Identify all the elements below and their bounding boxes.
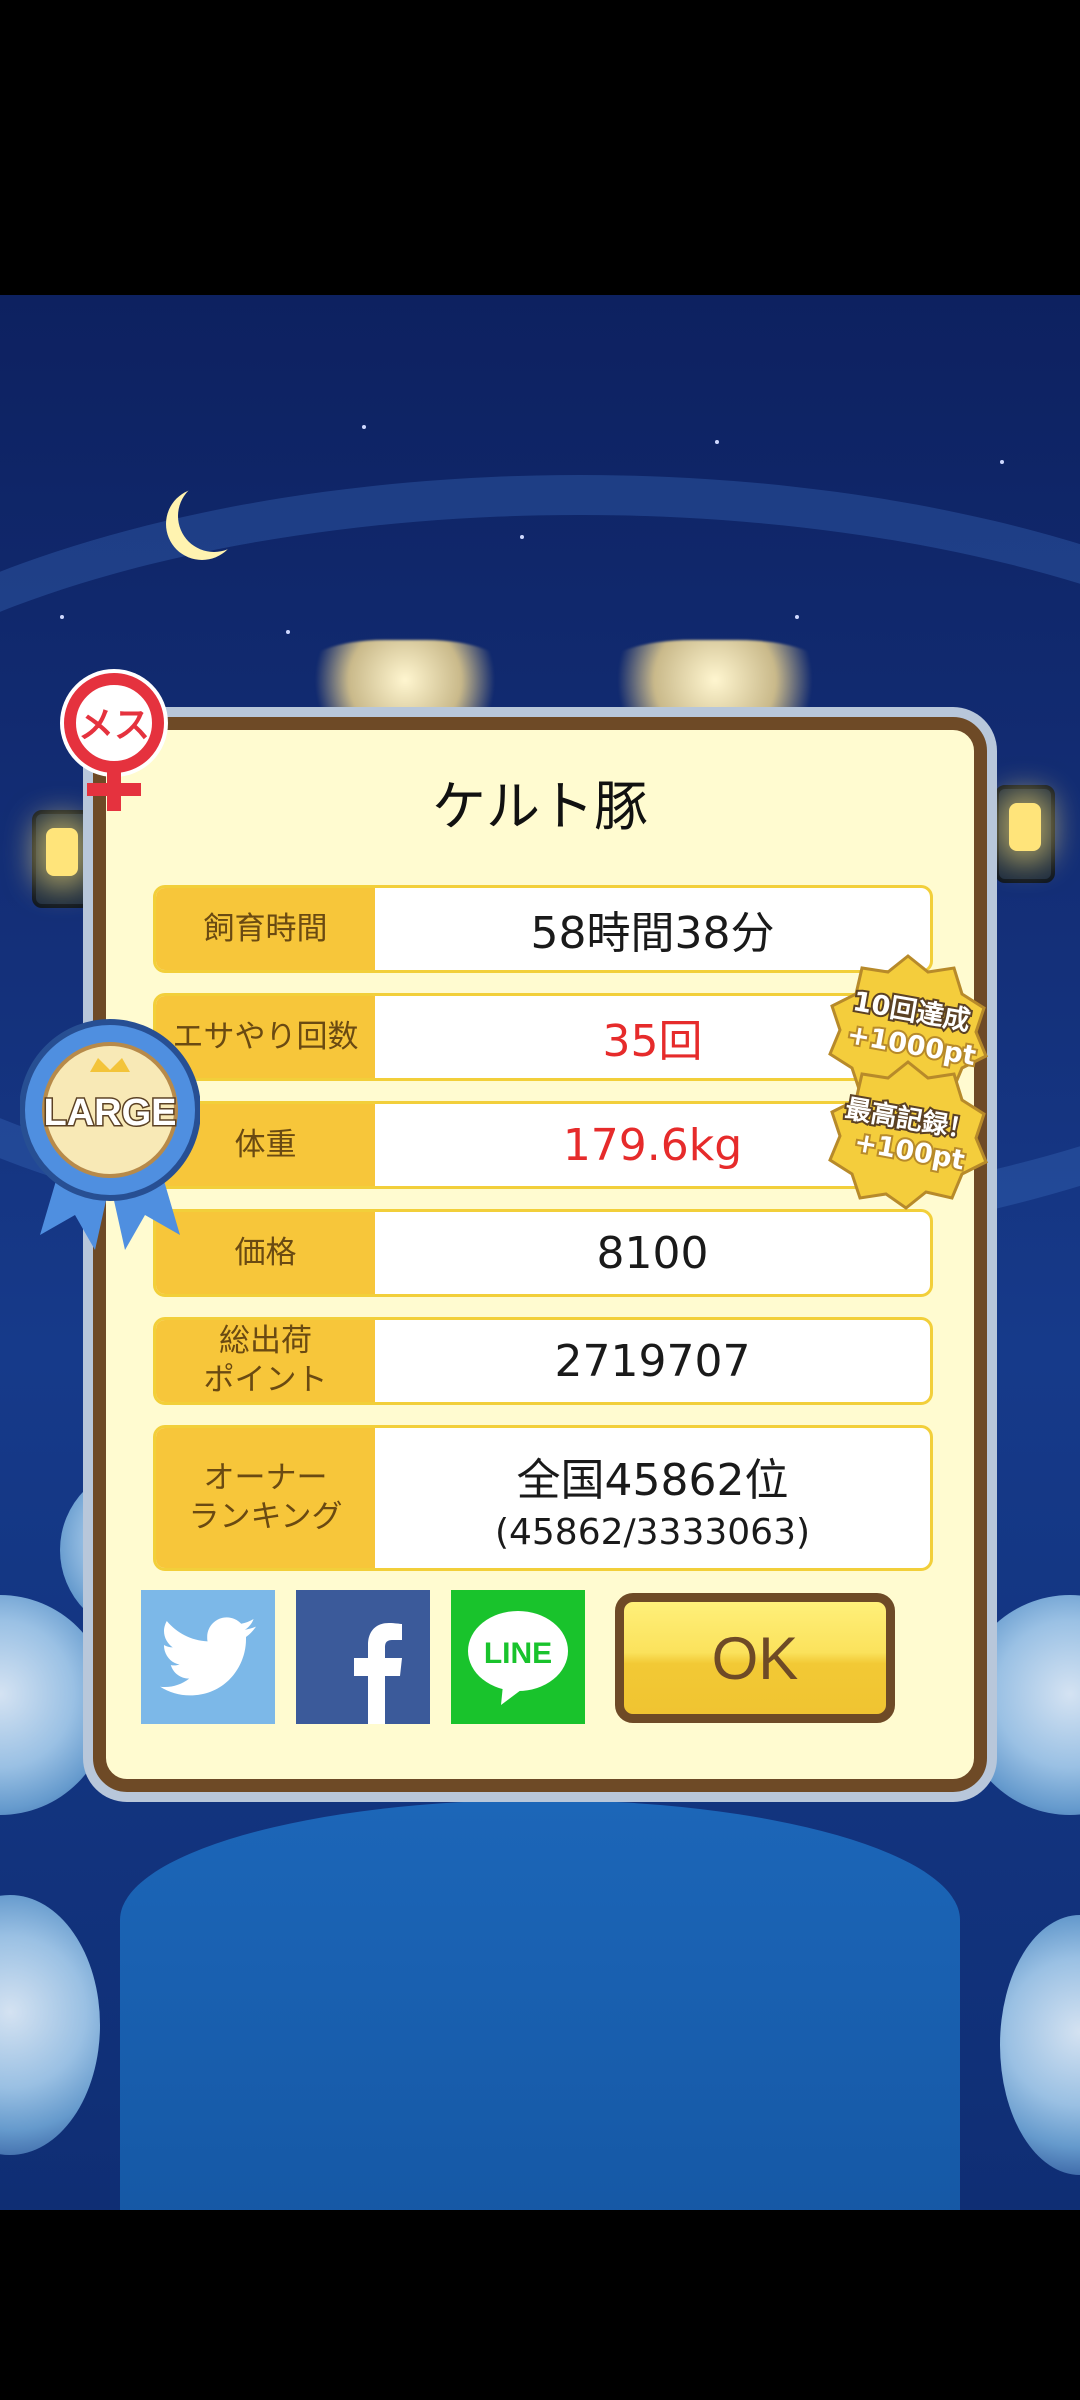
line-share-button[interactable]: LINE xyxy=(451,1590,585,1724)
star xyxy=(795,615,799,619)
female-gender-icon: メス xyxy=(60,669,168,811)
stat-row-price: 価格 8100 xyxy=(153,1209,933,1297)
twitter-share-button[interactable] xyxy=(141,1590,275,1724)
bonus-badges: 10回達成 +1000pt 最高記録！ +100pt xyxy=(828,954,988,1210)
road xyxy=(120,1800,960,2210)
stat-label: 総出荷 ポイント xyxy=(156,1320,375,1402)
result-dialog: ケルト豚 飼育時間 58時間38分 エサやり回数 35回 体重 179.6kg … xyxy=(93,717,987,1792)
street-lamp-icon xyxy=(32,810,92,908)
stat-row-raising-time: 飼育時間 58時間38分 xyxy=(153,885,933,973)
street-lamp-icon xyxy=(995,785,1055,883)
stat-value: 2719707 xyxy=(554,1335,751,1387)
stat-row-weight: 体重 179.6kg xyxy=(153,1101,933,1189)
star xyxy=(60,615,64,619)
stat-label: 飼育時間 xyxy=(156,888,375,970)
stat-row-feeding-count: エサやり回数 35回 xyxy=(153,993,933,1081)
ok-button[interactable]: OK xyxy=(615,1593,895,1723)
pig-breed-title: ケルト豚 xyxy=(432,775,648,838)
tree-lights xyxy=(600,640,830,720)
ribbon-label: LARGE xyxy=(44,1092,177,1134)
ranking-value: 全国45862位 xyxy=(516,1454,789,1506)
gender-label: メス xyxy=(78,705,150,746)
light-orb xyxy=(0,1895,100,2155)
stat-row-shipping-points: 総出荷 ポイント 2719707 xyxy=(153,1317,933,1405)
facebook-icon xyxy=(354,1623,402,1724)
twitter-bird-icon xyxy=(160,1617,256,1696)
star xyxy=(1000,460,1004,464)
ranking-detail: (45862/3333063) xyxy=(494,1511,811,1553)
star xyxy=(520,535,524,539)
large-size-ribbon-icon: LARGE xyxy=(20,1019,200,1250)
star xyxy=(362,425,366,429)
tree-lights xyxy=(300,640,510,720)
stat-value: 8100 xyxy=(596,1227,709,1279)
line-label: LINE xyxy=(484,1637,552,1670)
stat-row-owner-ranking: オーナー ランキング 全国45862位 (45862/3333063) xyxy=(153,1425,933,1571)
stat-value: 全国45862位 (45862/3333063) xyxy=(375,1428,930,1568)
stat-label: オーナー ランキング xyxy=(156,1428,375,1568)
moon-icon xyxy=(178,480,250,552)
facebook-share-button[interactable] xyxy=(296,1590,430,1724)
star xyxy=(715,440,719,444)
star xyxy=(286,630,290,634)
light-orb xyxy=(1000,1915,1080,2175)
line-icon: LINE xyxy=(468,1611,568,1705)
